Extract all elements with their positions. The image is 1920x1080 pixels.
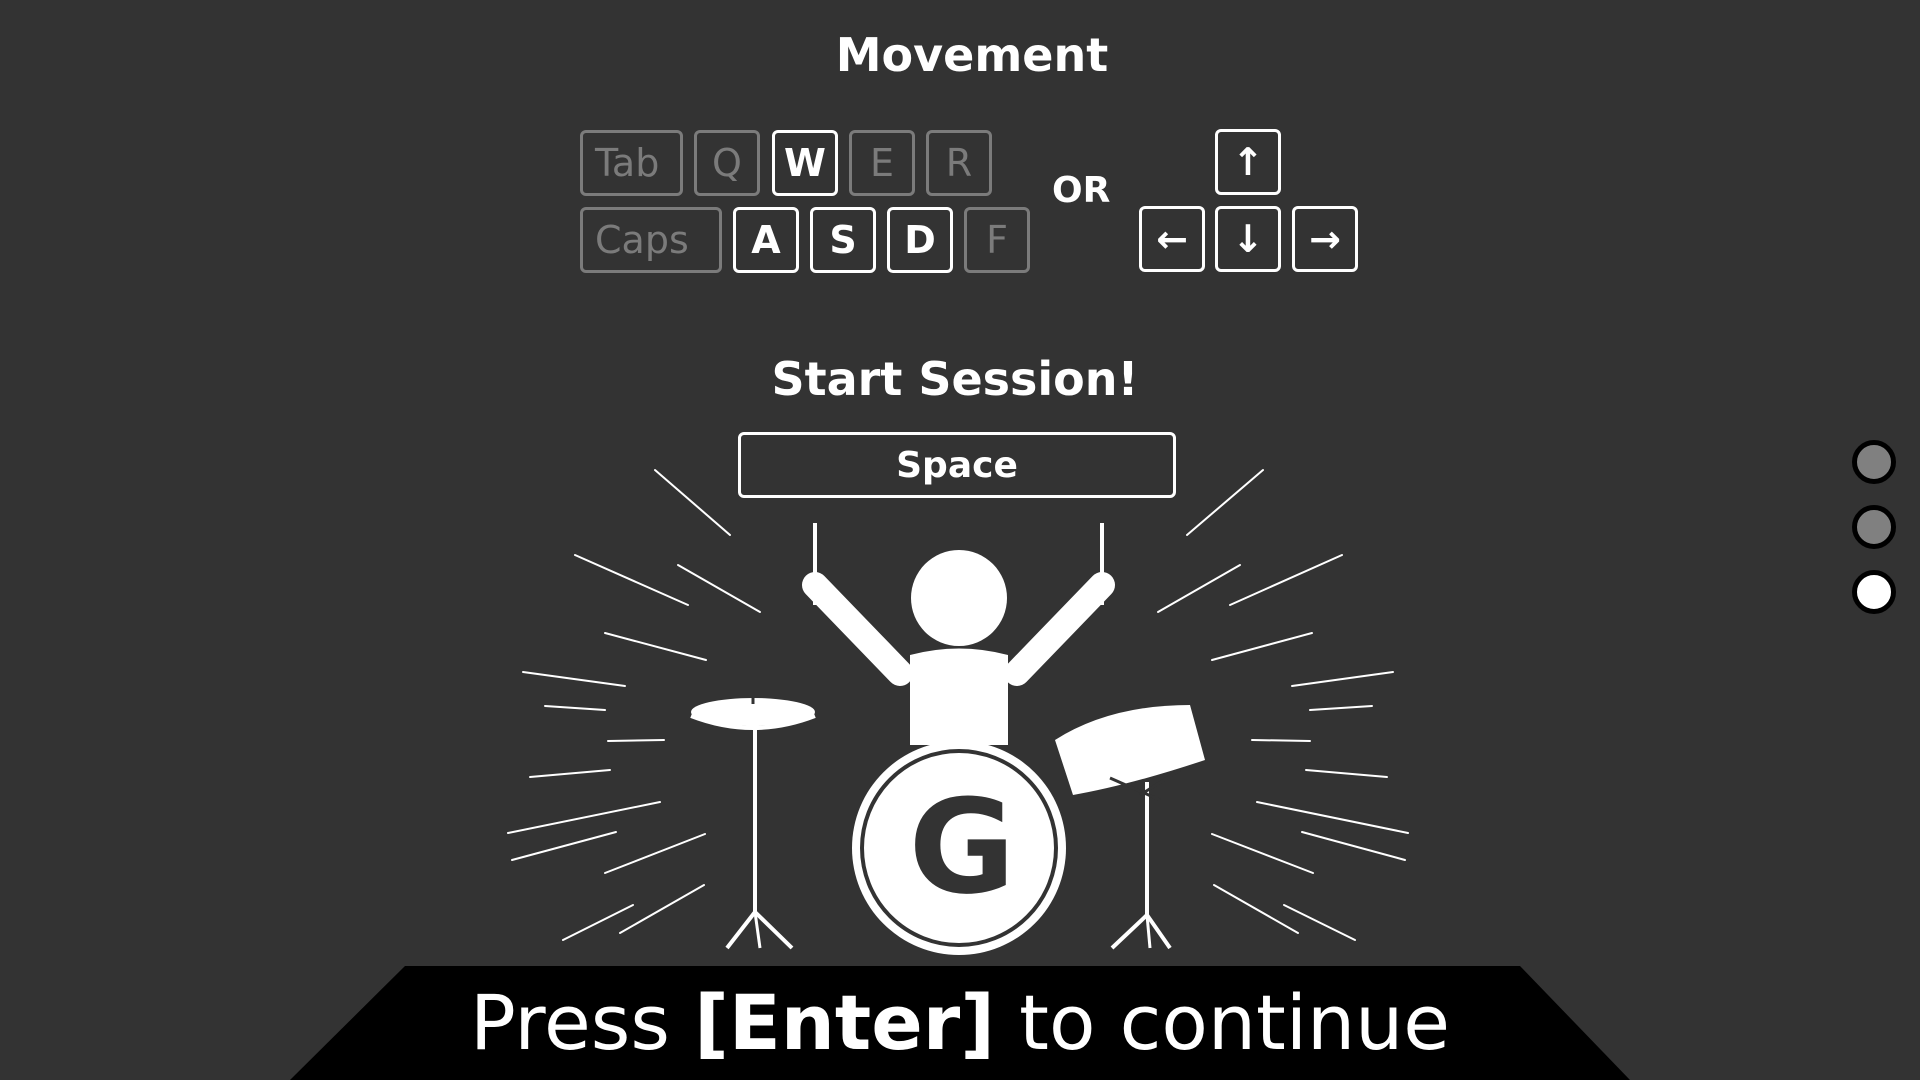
burst-line <box>1229 554 1343 606</box>
burst-line <box>677 564 761 613</box>
continue-prefix: Press <box>469 978 695 1067</box>
burst-line <box>607 739 665 742</box>
burst-line <box>1213 884 1299 934</box>
enter-key-label: [Enter] <box>694 978 995 1067</box>
tutorial-screen: Movement Tab Q W E R Caps A S D F OR ↑ ←… <box>0 0 1920 1080</box>
burst-line <box>619 884 705 934</box>
burst-line <box>522 671 626 687</box>
drum-logo-letter: G <box>909 771 1016 923</box>
burst-line <box>1157 564 1241 613</box>
burst-line <box>1256 801 1409 834</box>
drummer-torso <box>910 648 1008 745</box>
burst-line <box>604 833 706 874</box>
burst-line <box>654 469 731 536</box>
snare-drum <box>1055 705 1205 950</box>
burst-line <box>562 904 634 941</box>
page-dot-3[interactable] <box>1852 570 1896 614</box>
page-dot-2[interactable] <box>1852 505 1896 549</box>
space-key: Space <box>738 432 1176 498</box>
burst-line <box>1251 739 1311 742</box>
burst-line <box>1211 632 1313 661</box>
arm-right <box>1004 572 1115 686</box>
cymbal <box>690 692 816 950</box>
burst-line <box>544 705 606 711</box>
burst-line <box>1291 671 1394 687</box>
burst-line <box>529 769 611 778</box>
continue-suffix: to continue <box>994 978 1451 1067</box>
drummer-head <box>911 550 1007 646</box>
burst-line <box>604 632 707 661</box>
burst-line <box>1186 469 1264 536</box>
burst-line <box>1309 705 1373 711</box>
burst-line <box>1283 904 1356 941</box>
page-dot-1[interactable] <box>1852 440 1896 484</box>
continue-prompt[interactable]: Press [Enter] to continue <box>0 978 1920 1067</box>
burst-line <box>574 554 689 606</box>
drummer-illustration: G <box>507 469 1409 955</box>
burst-line <box>1305 769 1388 778</box>
burst-line <box>1301 831 1406 861</box>
arm-left <box>802 572 913 686</box>
burst-line <box>507 801 661 834</box>
burst-line <box>511 831 617 861</box>
burst-line <box>1211 833 1314 874</box>
